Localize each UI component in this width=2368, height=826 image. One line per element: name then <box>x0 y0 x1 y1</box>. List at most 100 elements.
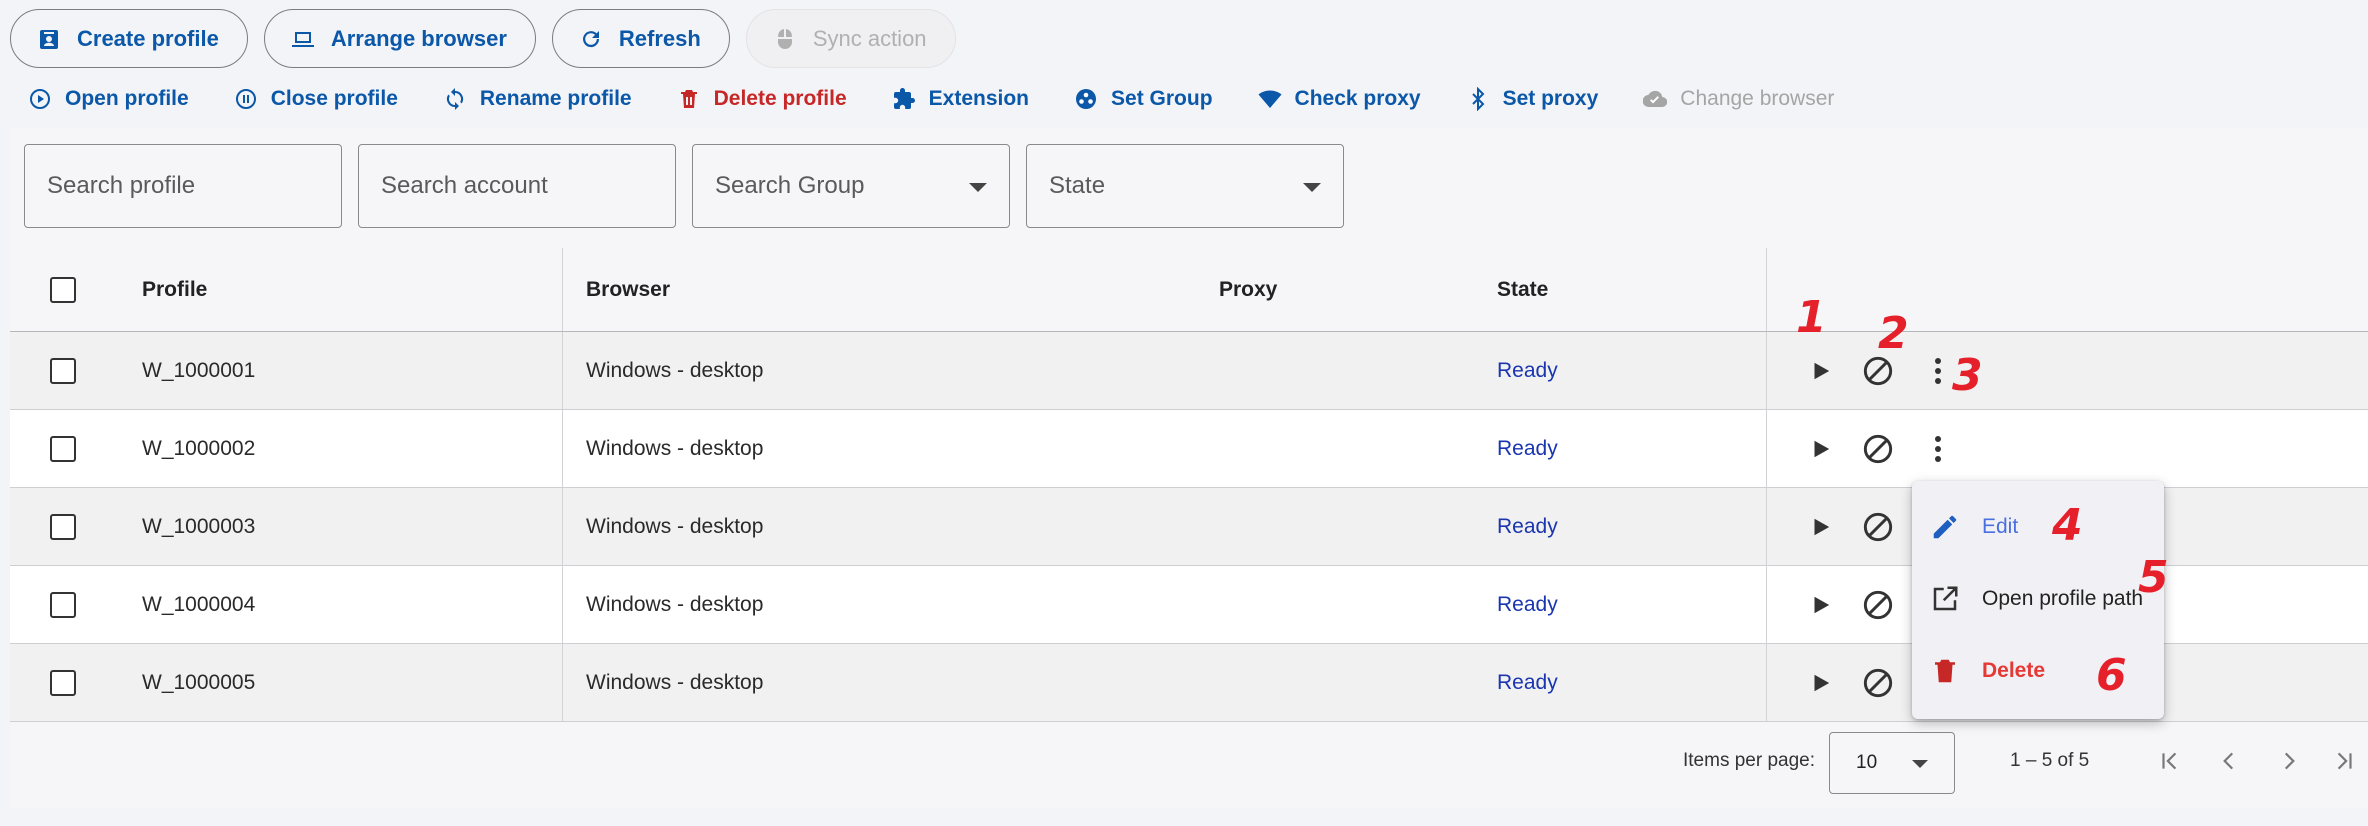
create-profile-label: Create profile <box>77 25 219 51</box>
browser-name: Windows - desktop <box>586 358 764 382</box>
menu-edit-label: Edit <box>1982 515 2019 538</box>
state-select[interactable]: State <box>1026 144 1344 228</box>
last-page-button[interactable] <box>2322 739 2366 783</box>
check-proxy-action[interactable]: Check proxy <box>1258 87 1421 111</box>
select-all-checkbox[interactable] <box>50 276 76 303</box>
action-toolbar: Open profile Close profile Rename profil… <box>28 82 1879 116</box>
dropdown-arrow-icon <box>969 183 987 192</box>
search-group-select[interactable]: Search Group <box>692 144 1010 228</box>
last-page-icon <box>2337 752 2352 770</box>
header-state[interactable]: State <box>1497 248 1548 331</box>
menu-item-open-profile-path[interactable]: Open profile path <box>1912 563 2164 635</box>
rename-profile-action[interactable]: Rename profile <box>443 87 632 111</box>
wifi-icon <box>1258 90 1282 108</box>
set-proxy-label: Set proxy <box>1502 87 1599 110</box>
group-icon <box>1076 89 1097 109</box>
laptop-icon <box>291 31 314 47</box>
row-checkbox[interactable] <box>50 435 76 462</box>
row-actions <box>1800 488 1918 565</box>
close-profile-label: Close profile <box>270 87 398 110</box>
open-profile-action[interactable]: Open profile <box>28 87 189 111</box>
refresh-label: Refresh <box>618 25 701 51</box>
stop-button[interactable] <box>1858 585 1898 625</box>
stop-button[interactable] <box>1858 507 1898 547</box>
play-icon <box>1814 596 1830 613</box>
close-profile-action[interactable]: Close profile <box>234 87 398 111</box>
header-browser[interactable]: Browser <box>586 248 670 331</box>
refresh-button[interactable]: Refresh <box>551 9 730 68</box>
row-checkbox[interactable] <box>50 591 76 618</box>
profile-name: W_1000004 <box>142 592 256 616</box>
first-page-button[interactable] <box>2148 739 2192 783</box>
annotation-number: 3 <box>1952 350 1983 401</box>
block-icon <box>1863 590 1893 619</box>
rename-profile-label: Rename profile <box>479 87 632 110</box>
browser-name: Windows - desktop <box>586 514 764 538</box>
sync-action-button[interactable]: Sync action <box>745 9 956 68</box>
arrange-browser-label: Arrange browser <box>330 25 507 51</box>
stop-button[interactable] <box>1858 429 1898 469</box>
items-per-page-select[interactable]: 10 <box>1829 732 1955 794</box>
row-checkbox[interactable] <box>50 669 76 696</box>
cloud-icon <box>1643 90 1668 108</box>
dropdown-arrow-icon <box>1912 760 1928 768</box>
state-value: Ready <box>1497 436 1558 460</box>
delete-profile-action[interactable]: Delete profile <box>677 87 847 111</box>
block-icon <box>1863 356 1893 385</box>
block-icon <box>1863 434 1893 463</box>
search-account-field[interactable] <box>358 144 676 228</box>
next-page-button[interactable] <box>2267 739 2311 783</box>
previous-page-button[interactable] <box>2207 739 2251 783</box>
change-browser-action[interactable]: Change browser <box>1643 87 1834 111</box>
arrange-browser-button[interactable]: Arrange browser <box>263 9 536 68</box>
state-value: Ready <box>1497 592 1558 616</box>
mouse-icon <box>777 28 792 49</box>
search-profile-input[interactable] <box>47 172 319 200</box>
header-profile[interactable]: Profile <box>142 248 207 331</box>
create-profile-button[interactable]: Create profile <box>10 9 248 68</box>
start-button[interactable] <box>1800 585 1840 625</box>
search-profile-field[interactable] <box>24 144 342 228</box>
extension-label: Extension <box>928 87 1030 110</box>
extension-action[interactable]: Extension <box>892 87 1029 111</box>
set-proxy-action[interactable]: Set proxy <box>1466 87 1599 111</box>
column-divider <box>562 410 563 487</box>
puzzle-icon <box>893 88 915 109</box>
row-checkbox[interactable] <box>50 513 76 540</box>
row-actions <box>1800 410 1958 487</box>
column-divider <box>562 644 563 721</box>
annotation-number: 6 <box>2096 650 2127 701</box>
header-proxy[interactable]: Proxy <box>1219 248 1277 331</box>
table-row[interactable]: W_1000001 Windows - desktop Ready <box>10 332 2368 410</box>
dropdown-arrow-icon <box>1303 183 1321 192</box>
start-button[interactable] <box>1800 663 1840 703</box>
column-divider <box>1766 644 1767 721</box>
badge-icon <box>40 29 58 49</box>
column-divider <box>1766 248 1767 331</box>
stop-button[interactable] <box>1858 663 1898 703</box>
column-divider <box>562 488 563 565</box>
menu-open-path-label: Open profile path <box>1982 587 2144 610</box>
start-button[interactable] <box>1800 429 1840 469</box>
start-button[interactable] <box>1800 507 1840 547</box>
search-account-input[interactable] <box>381 172 653 200</box>
more-button[interactable] <box>1918 429 1958 469</box>
check-proxy-label: Check proxy <box>1294 87 1421 110</box>
annotation-number: 4 <box>2052 500 2083 551</box>
menu-item-edit[interactable]: Edit <box>1912 491 2164 563</box>
block-icon <box>1863 512 1893 541</box>
row-actions <box>1800 566 1918 643</box>
more-vertical-icon <box>1935 435 1941 462</box>
chevron-right-icon <box>2284 752 2295 770</box>
state-select-label: State <box>1049 172 1106 199</box>
browser-name: Windows - desktop <box>586 592 764 616</box>
row-checkbox[interactable] <box>50 357 76 384</box>
sync-action-label: Sync action <box>812 25 927 51</box>
table-row[interactable]: W_1000002 Windows - desktop Ready <box>10 410 2368 488</box>
set-group-action[interactable]: Set Group <box>1074 87 1213 111</box>
block-icon <box>1863 668 1893 697</box>
start-button[interactable] <box>1800 351 1840 391</box>
trash-icon <box>1935 659 1955 683</box>
browser-name: Windows - desktop <box>586 670 764 694</box>
open-profile-label: Open profile <box>65 87 189 110</box>
